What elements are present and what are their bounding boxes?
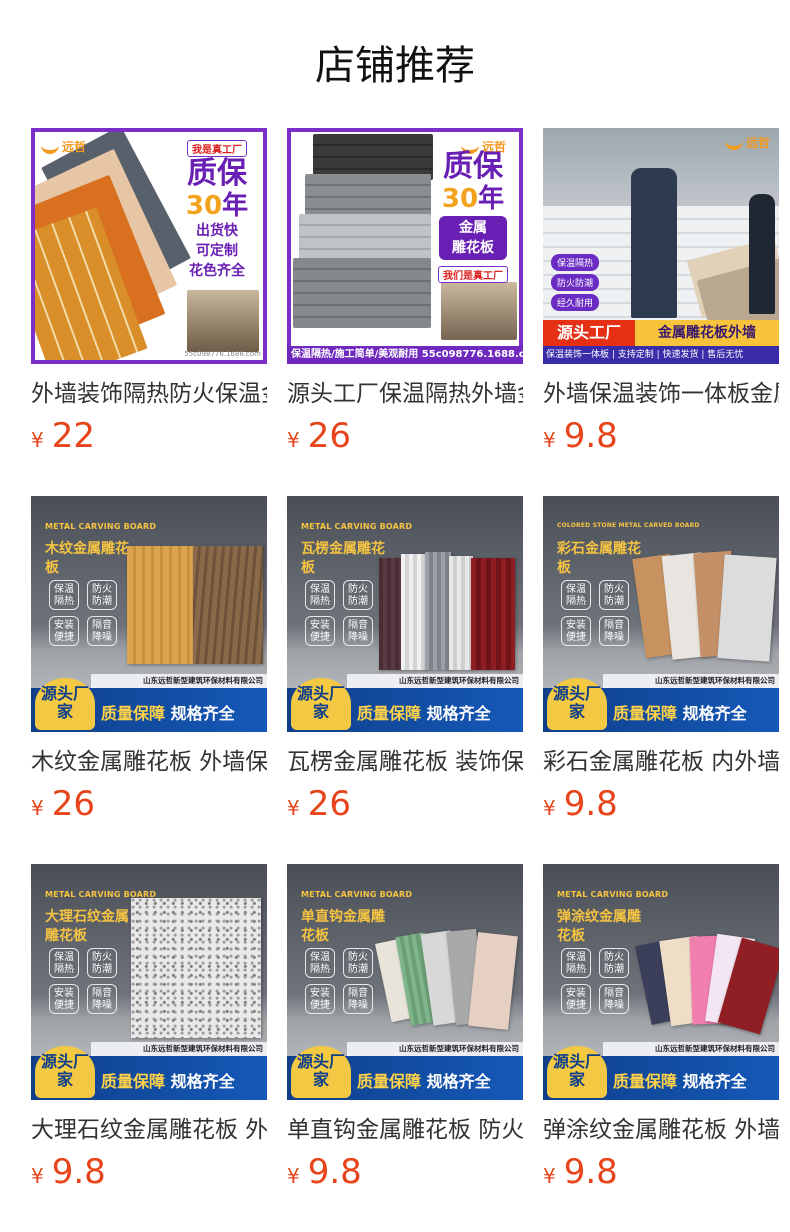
product-name[interactable]: 木纹金属雕花板 外墙保温装饰板 [31,744,267,780]
product-row: METAL CARVING BOARD 大理石纹金属雕花板 保温隔热 防火防潮 … [31,864,790,1232]
product-card[interactable]: 远哲 质保 30年 金属 雕花板 我们是真工厂 保温隔热/施工简单/美观耐用 5… [287,128,523,468]
product-row: 远哲 我是真工厂 质保 30年 出货快 可定制 花色齐全 55c098776.1… [31,128,790,496]
product-name[interactable]: 单直钩金属雕花板 防火保温板 [287,1112,523,1148]
product-price: ¥9.8 [543,1152,618,1192]
product-name[interactable]: 大理石纹金属雕花板 外墙保温 [31,1112,267,1148]
product-card[interactable]: METAL CARVING BOARD 弹涂纹金属雕花板 保温隔热 防火防潮 安… [543,864,779,1204]
product-image[interactable]: 远哲 保温隔热 防火防潮 经久耐用 源头工厂 金属雕花板外墙 保温装饰一体板 |… [543,128,779,364]
product-price: ¥9.8 [543,784,618,824]
product-image[interactable]: METAL CARVING BOARD 瓦楞金属雕花板 保温隔热 防火防潮 安装… [287,496,523,732]
product-price: ¥26 [287,784,351,824]
page-title: 店铺推荐 [315,43,475,89]
product-image[interactable]: 远哲 我是真工厂 质保 30年 出货快 可定制 花色齐全 55c098776.1… [31,128,267,364]
product-image[interactable]: 远哲 质保 30年 金属 雕花板 我们是真工厂 保温隔热/施工简单/美观耐用 5… [287,128,523,364]
product-price: ¥9.8 [543,416,618,456]
brand-logo: 远哲 [725,134,770,151]
product-image[interactable]: METAL CARVING BOARD 弹涂纹金属雕花板 保温隔热 防火防潮 安… [543,864,779,1100]
product-card[interactable]: 远哲 保温隔热 防火防潮 经久耐用 源头工厂 金属雕花板外墙 保温装饰一体板 |… [543,128,779,468]
brand-logo: 远哲 [41,138,86,155]
product-price: ¥26 [31,784,95,824]
product-card[interactable]: 远哲 我是真工厂 质保 30年 出货快 可定制 花色齐全 55c098776.1… [31,128,267,468]
product-price: ¥22 [31,416,95,456]
product-image[interactable]: METAL CARVING BOARD 木纹金属雕花板 保温隔热 防火防潮 安装… [31,496,267,732]
product-price: ¥9.8 [287,1152,362,1192]
product-card[interactable]: METAL CARVING BOARD 瓦楞金属雕花板 保温隔热 防火防潮 安装… [287,496,523,836]
product-grid: 远哲 我是真工厂 质保 30年 出货快 可定制 花色齐全 55c098776.1… [31,128,790,1232]
product-name[interactable]: 源头工厂保温隔热外墙金属雕花板 [287,376,523,412]
product-image[interactable]: METAL CARVING BOARD 单直钩金属雕花板 保温隔热 防火防潮 安… [287,864,523,1100]
product-image[interactable]: COLORED STONE METAL CARVED BOARD 彩石金属雕花板… [543,496,779,732]
product-card[interactable]: METAL CARVING BOARD 大理石纹金属雕花板 保温隔热 防火防潮 … [31,864,267,1204]
product-price: ¥9.8 [31,1152,106,1192]
product-name[interactable]: 彩石金属雕花板 内外墙装饰板 [543,744,779,780]
product-name[interactable]: 外墙装饰隔热防火保温金属雕花板 [31,376,267,412]
product-name[interactable]: 瓦楞金属雕花板 装饰保温一体板 [287,744,523,780]
product-price: ¥26 [287,416,351,456]
product-card[interactable]: COLORED STONE METAL CARVED BOARD 彩石金属雕花板… [543,496,779,836]
product-name[interactable]: 弹涂纹金属雕花板 外墙装饰板 [543,1112,779,1148]
product-card[interactable]: METAL CARVING BOARD 单直钩金属雕花板 保温隔热 防火防潮 安… [287,864,523,1204]
product-card[interactable]: METAL CARVING BOARD 木纹金属雕花板 保温隔热 防火防潮 安装… [31,496,267,836]
product-name[interactable]: 外墙保温装饰一体板金属雕花板 [543,376,779,412]
product-row: METAL CARVING BOARD 木纹金属雕花板 保温隔热 防火防潮 安装… [31,496,790,864]
product-image[interactable]: METAL CARVING BOARD 大理石纹金属雕花板 保温隔热 防火防潮 … [31,864,267,1100]
